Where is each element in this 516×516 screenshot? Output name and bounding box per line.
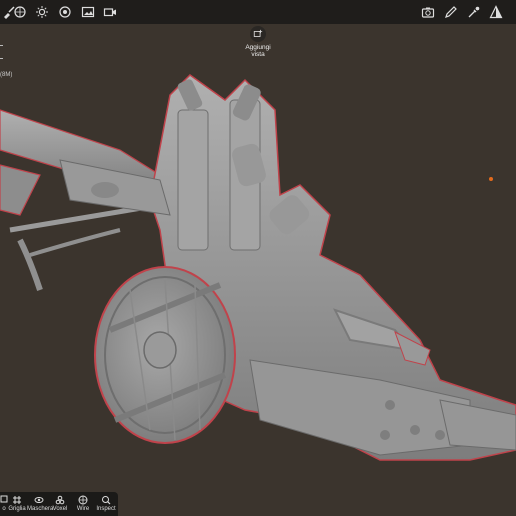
mask-button[interactable]: Maschera	[27, 495, 54, 516]
grid-label: Griglia	[8, 506, 26, 512]
voxel-icon	[55, 495, 65, 505]
mask-label: Maschera	[27, 506, 54, 512]
partial-label: o	[2, 506, 6, 512]
wire-icon	[78, 495, 88, 505]
sun-icon[interactable]	[33, 3, 51, 21]
wire-label: Wire	[76, 506, 90, 512]
shading-icon[interactable]	[487, 3, 505, 21]
inspect-label: Inspect	[96, 506, 116, 512]
eyedropper-icon[interactable]	[465, 3, 483, 21]
eye-icon	[34, 497, 43, 503]
bottom-toolbar: o Griglia Maschera Voxel Wire Inspect	[0, 492, 118, 516]
grid-button[interactable]: Griglia	[7, 495, 27, 516]
sphere-icon[interactable]	[11, 3, 29, 21]
video-icon[interactable]	[101, 3, 119, 21]
inspect-button[interactable]: Inspect	[95, 495, 117, 516]
wire-button[interactable]: Wire	[74, 495, 92, 516]
image-icon[interactable]	[79, 3, 97, 21]
voxel-label: Voxel	[52, 506, 68, 512]
voxel-button[interactable]: Voxel	[51, 495, 69, 516]
viewport-3d-model[interactable]	[0, 24, 516, 494]
material-icon[interactable]	[56, 3, 74, 21]
pencil-icon[interactable]	[442, 3, 460, 21]
top-toolbar	[0, 0, 516, 24]
camera-icon[interactable]	[419, 3, 437, 21]
grid-icon	[13, 496, 21, 504]
inspect-icon	[102, 496, 111, 505]
